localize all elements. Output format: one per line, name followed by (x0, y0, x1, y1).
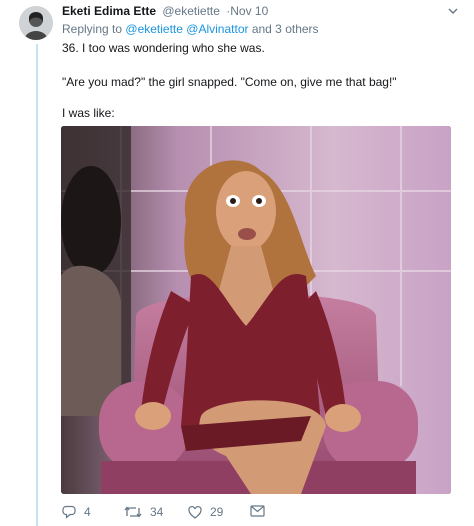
tweet-text-line-3: I was like: (62, 106, 115, 120)
replying-to: Replying to @eketiette @Alvinattor and 3… (62, 22, 319, 36)
reply-count: 4 (84, 505, 91, 519)
retweet-icon (124, 506, 142, 518)
avatar-image (19, 6, 53, 40)
replying-link-2[interactable]: @Alvinattor (186, 22, 248, 36)
thread-line (36, 44, 38, 526)
envelope-icon (250, 505, 265, 517)
tweet-actions: 4 34 29 (62, 505, 362, 523)
author-name[interactable]: Eketi Edima Ette (62, 4, 156, 18)
chevron-down-icon[interactable] (448, 8, 458, 14)
replying-link-1[interactable]: @eketiette (125, 22, 183, 36)
tweet-header: Eketi Edima Ette @eketiette ·Nov 10 (62, 4, 268, 18)
timestamp[interactable]: ·Nov 10 (226, 4, 268, 18)
reply-icon (62, 505, 76, 519)
retweet-button[interactable]: 34 (124, 505, 163, 519)
tweet-text-line-2: "Are you mad?" the girl snapped. "Come o… (62, 75, 397, 89)
dm-button[interactable] (250, 505, 265, 517)
retweet-count: 34 (150, 505, 164, 519)
author-handle[interactable]: @eketiette (162, 4, 220, 18)
like-button[interactable]: 29 (188, 505, 223, 519)
heart-icon (188, 505, 202, 519)
tweet-media-image[interactable] (61, 126, 451, 494)
replying-prefix: Replying to (62, 22, 123, 36)
media-illustration (61, 126, 451, 494)
tweet-text-line-1: 36. I too was wondering who she was. (62, 41, 265, 55)
avatar[interactable] (19, 6, 53, 40)
replying-suffix[interactable]: and 3 others (252, 22, 319, 36)
like-count: 29 (210, 505, 224, 519)
reply-button[interactable]: 4 (62, 505, 91, 519)
